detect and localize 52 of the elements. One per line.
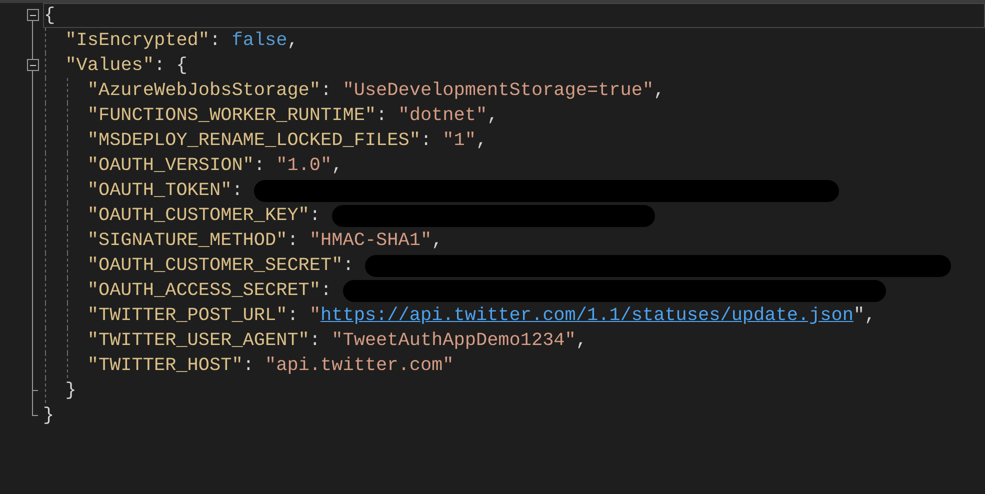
colon: : [320,79,333,103]
quote: " [309,304,321,328]
colon: : [320,279,333,303]
json-key: "OAUTH_VERSION" [87,153,254,178]
comma: , [576,329,587,353]
boolean-value: false [232,29,288,53]
comma: , [487,104,498,128]
colon: : [232,179,244,203]
string-value: "TweetAuthAppDemo1234" [332,329,576,353]
string-value: "HMAC-SHA1" [309,229,432,253]
colon: : [309,204,322,228]
json-key: "OAUTH_TOKEN" [87,178,232,203]
json-key: "TWITTER_HOST" [87,353,243,378]
json-key: "OAUTH_CUSTOMER_SECRET" [87,253,343,278]
url-link[interactable]: https://api.twitter.com/1.1/statuses/update.json [320,303,854,328]
json-key: "TWITTER_USER_AGENT" [87,328,310,353]
comma: , [432,229,443,253]
comma: ", [853,304,876,328]
brace: } [65,379,76,403]
brace: } [43,404,54,428]
colon: : [242,354,255,378]
string-value: "1.0" [276,154,332,178]
colon: : [154,54,166,78]
comma: , [287,29,298,53]
colon: : [287,229,300,253]
colon: : [309,329,322,353]
json-key: "FUNCTIONS_WORKER_RUNTIME" [87,103,376,128]
colon: : [420,129,433,153]
json-key: "OAUTH_CUSTOMER_KEY" [87,203,310,228]
json-key: "AzureWebJobsStorage" [87,78,321,103]
string-value: "1" [442,129,476,153]
collapse-icon[interactable] [27,9,39,21]
json-key: "Values" [65,53,154,78]
brace: { [44,4,56,28]
comma: , [654,79,665,103]
string-value: "UseDevelopmentStorage=true" [342,79,654,103]
string-value: "dotnet" [398,104,488,128]
comma: , [332,154,343,178]
json-key: "SIGNATURE_METHOD" [87,228,288,253]
json-key: "OAUTH_ACCESS_SECRET" [87,278,321,303]
json-key: "MSDEPLOY_RENAME_LOCKED_FILES" [87,128,420,153]
colon: : [376,104,388,128]
colon: : [287,304,300,328]
colon: : [210,29,222,53]
json-key: "IsEncrypted" [65,28,210,53]
json-key: "TWITTER_POST_URL" [87,303,288,328]
string-value: "api.twitter.com" [265,354,454,378]
comma: , [476,129,488,153]
colon: : [342,254,355,278]
collapse-icon[interactable] [27,59,39,71]
colon: : [254,154,266,178]
brace: { [176,54,188,78]
